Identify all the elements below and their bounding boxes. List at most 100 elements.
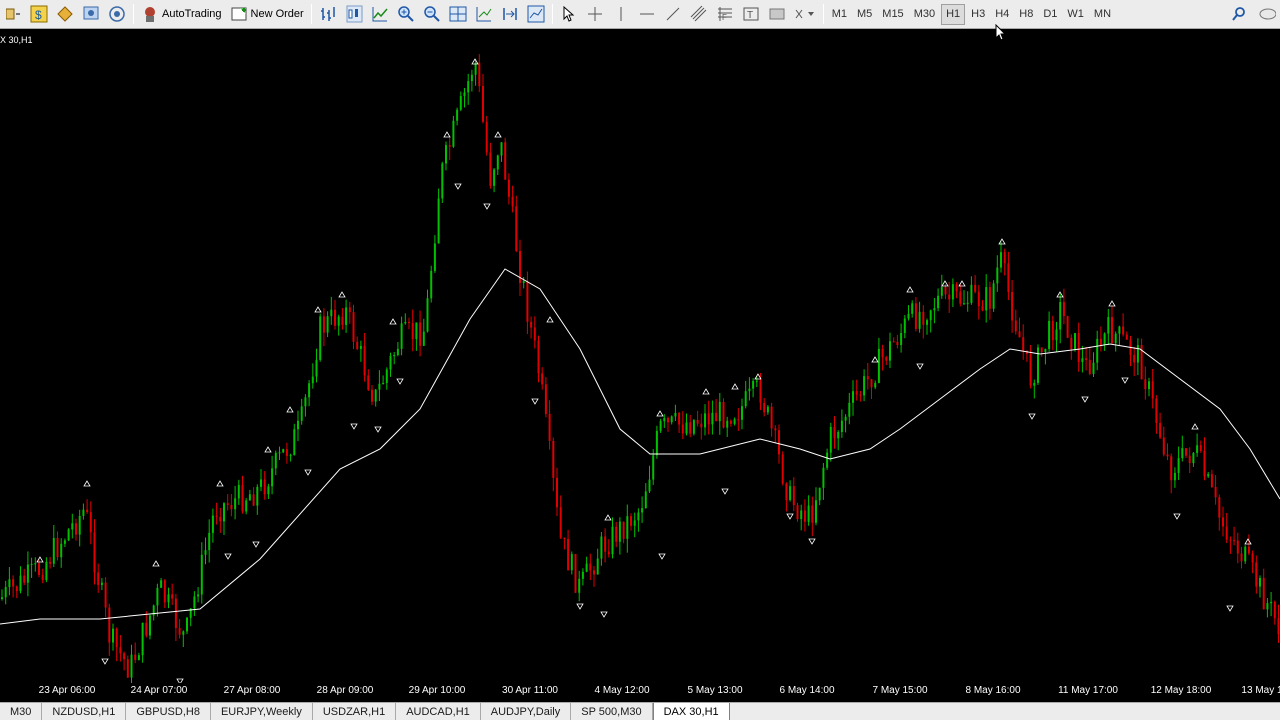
autotrading-button[interactable]: AutoTrading (137, 3, 226, 26)
candle-body (374, 389, 377, 402)
candlestick-plot (0, 54, 1280, 683)
navigator-button[interactable] (53, 3, 77, 26)
price-chart[interactable]: X 30,H1 (0, 29, 1280, 702)
candle-body (818, 487, 821, 501)
candle-body (334, 309, 336, 326)
candle-body (944, 287, 947, 295)
candle-body (1196, 445, 1199, 453)
fractal-up-arrow (152, 560, 160, 567)
candle-body (700, 423, 703, 428)
zoom-out-button[interactable] (420, 3, 444, 26)
chart-shift-icon (502, 8, 517, 20)
timeframe-m1[interactable]: M1 (828, 4, 851, 25)
chart-tab[interactable]: SP 500,M30 (571, 703, 653, 720)
chart-tab[interactable]: GBPUSD,H8 (126, 703, 211, 720)
candle-body (97, 572, 100, 586)
search-button[interactable] (1227, 3, 1251, 26)
candle-body (933, 308, 936, 311)
fibonacci-tool-button[interactable]: F (713, 3, 737, 26)
new-order-button[interactable]: New Order (226, 3, 308, 26)
timeframe-m30[interactable]: M30 (910, 4, 939, 25)
candle-body (422, 331, 425, 346)
candle-body (145, 622, 148, 636)
vertical-line-tool-button[interactable] (609, 3, 633, 26)
timeframe-w1[interactable]: W1 (1063, 4, 1088, 25)
candle-body (348, 307, 351, 313)
candle-body (689, 422, 692, 434)
fractal-down-arrow (531, 398, 539, 405)
candle-body (1133, 354, 1136, 363)
fractal-down-arrow (786, 513, 794, 520)
candle-body (115, 628, 118, 648)
arrows-tool-button[interactable] (791, 3, 819, 26)
candle-body (718, 401, 721, 422)
candle-chart-button[interactable] (342, 3, 366, 26)
fractal-up-arrow (83, 480, 91, 487)
terminal-button[interactable] (79, 3, 103, 26)
chart-tab[interactable]: USDZAR,H1 (313, 703, 397, 720)
crosshair-icon (587, 7, 602, 21)
timeframe-h4[interactable]: H4 (991, 4, 1013, 25)
timeframe-d1[interactable]: D1 (1039, 4, 1061, 25)
cursor-tool-button[interactable] (557, 3, 581, 26)
candle-body (737, 419, 740, 421)
candle-body (852, 391, 854, 403)
candle-body (230, 505, 233, 510)
equidistant-channel-tool-button[interactable] (687, 3, 711, 26)
crosshair-tool-button[interactable] (583, 3, 607, 26)
candle-body (1088, 360, 1091, 374)
text-tool-button[interactable]: T (739, 3, 763, 26)
candle-body (796, 505, 799, 520)
candle-body (1185, 448, 1187, 456)
zoom-in-button[interactable] (394, 3, 418, 26)
candle-body (811, 505, 814, 523)
candle-body (522, 281, 525, 283)
chart-tab[interactable]: NZDUSD,H1 (42, 703, 127, 720)
timeframe-h3[interactable]: H3 (967, 4, 989, 25)
candle-body (371, 389, 373, 402)
candle-body (604, 536, 607, 552)
candle-body (234, 498, 237, 510)
signals-button[interactable] (105, 3, 129, 26)
timeframe-m15[interactable]: M15 (878, 4, 907, 25)
candle-body (929, 310, 932, 321)
candle-body (774, 428, 777, 431)
bar-chart-button[interactable] (316, 3, 340, 26)
candle-body (692, 420, 695, 434)
candle-body (82, 509, 85, 516)
chart-tab[interactable]: DAX 30,H1 (652, 703, 730, 720)
candle-body (726, 420, 729, 428)
chat-button[interactable] (1253, 3, 1279, 26)
timeframe-h1[interactable]: H1 (941, 3, 966, 25)
chart-tab[interactable]: M30 (0, 703, 43, 720)
candle-body (30, 563, 33, 565)
arrows-icon (795, 9, 814, 19)
candle-body (1240, 553, 1243, 562)
chart-tab[interactable]: AUDJPY,Daily (481, 703, 572, 720)
timeframe-h8[interactable]: H8 (1015, 4, 1037, 25)
chart-tab[interactable]: EURJPY,Weekly (211, 703, 313, 720)
navigator-icon (57, 6, 73, 22)
fractal-up-arrow (443, 131, 451, 138)
horizontal-line-tool-button[interactable] (635, 3, 659, 26)
timeframe-mn[interactable]: MN (1090, 4, 1115, 25)
candle-body (1199, 445, 1202, 451)
candle-body (711, 412, 714, 425)
candle-body (1277, 618, 1280, 635)
market-watch-button[interactable]: $ (27, 3, 51, 26)
label-tool-button[interactable] (765, 3, 789, 26)
timeframe-m5[interactable]: M5 (853, 4, 876, 25)
trendline-tool-button[interactable] (661, 3, 685, 26)
candle-body (8, 579, 11, 588)
auto-scroll-button[interactable] (472, 3, 496, 26)
profiles-button[interactable] (1, 3, 25, 26)
chart-tab[interactable]: AUDCAD,H1 (396, 703, 481, 720)
candle-body (593, 570, 595, 575)
line-chart-button[interactable] (368, 3, 392, 26)
horizontal-line-icon (639, 13, 654, 15)
indicators-button[interactable] (524, 3, 548, 26)
tile-windows-button[interactable] (446, 3, 470, 26)
chart-shift-button[interactable] (498, 3, 522, 26)
candle-body (674, 412, 677, 417)
candle-body (559, 507, 562, 538)
